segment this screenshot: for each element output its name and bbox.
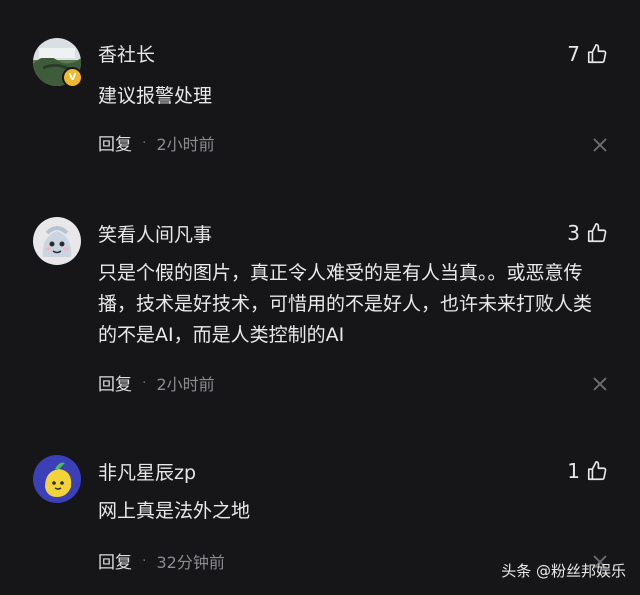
username[interactable]: 笑看人间凡事	[98, 220, 212, 247]
like-button[interactable]: 1	[567, 459, 608, 483]
like-count: 7	[567, 42, 580, 66]
watermark: 头条 @粉丝邦娱乐	[501, 562, 626, 580]
reply-button[interactable]: 回复	[98, 548, 132, 573]
comment-meta: 回复 · 32分钟前	[98, 548, 225, 574]
comment-meta: 回复 · 2小时前	[98, 130, 215, 156]
timestamp: 32分钟前	[156, 552, 225, 572]
verified-badge: V	[62, 67, 83, 88]
like-button[interactable]: 3	[567, 221, 608, 245]
separator-dot: ·	[142, 134, 147, 151]
reply-button[interactable]: 回复	[98, 130, 132, 155]
separator-dot: ·	[142, 552, 147, 569]
close-icon[interactable]	[593, 377, 607, 391]
comment-text: 网上真是法外之地	[98, 500, 251, 522]
like-button[interactable]: 7	[567, 42, 608, 66]
avatar[interactable]: V	[33, 38, 83, 88]
thumbs-up-icon	[587, 44, 607, 64]
comment-meta: 回复 · 2小时前	[98, 370, 215, 396]
like-count: 3	[567, 221, 580, 245]
close-icon[interactable]	[593, 138, 607, 152]
avatar[interactable]	[33, 455, 81, 503]
thumbs-up-icon	[587, 461, 607, 481]
separator-dot: ·	[142, 374, 147, 391]
like-count: 1	[567, 459, 580, 483]
thumbs-up-icon	[587, 223, 607, 243]
username[interactable]: 非凡星辰zp	[98, 458, 196, 485]
timestamp: 2小时前	[156, 134, 215, 154]
timestamp: 2小时前	[156, 374, 215, 394]
comment-text: 建议报警处理	[98, 85, 213, 107]
comment-text: 只是个假的图片，真正令人难受的是有人当真。。或恶意传播，技术是好技术，可惜用的不…	[98, 262, 593, 346]
username[interactable]: 香社长	[98, 40, 155, 67]
avatar[interactable]	[33, 217, 81, 265]
reply-button[interactable]: 回复	[98, 370, 132, 395]
